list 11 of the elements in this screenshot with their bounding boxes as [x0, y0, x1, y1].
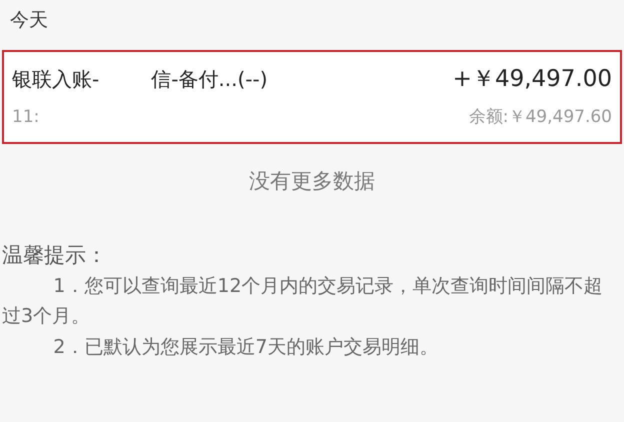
- tip-text: 2．已默认为您展示最近7天的账户交易明细。: [52, 334, 440, 360]
- tip-text: 1．您可以查询最近12个月内的交易记录，单次查询时间间隔不超过3个月。: [1, 274, 604, 330]
- transaction-title: 银联入账-: [12, 66, 100, 94]
- tips-title: 温馨提示：: [2, 242, 107, 266]
- section-header: 今天: [10, 9, 48, 31]
- transaction-time: 11:: [12, 106, 40, 128]
- balance-text: 余额:￥49,497.60: [468, 106, 612, 128]
- no-more-data-text: 没有更多数据: [249, 169, 375, 193]
- transaction-row[interactable]: 银联入账- 信-备付...(--) +￥49,497.00 11: 余额:￥49,497.60: [2, 50, 622, 144]
- transaction-title: 信-备付...(--): [151, 66, 268, 94]
- transaction-amount: +￥49,497.00: [452, 65, 612, 94]
